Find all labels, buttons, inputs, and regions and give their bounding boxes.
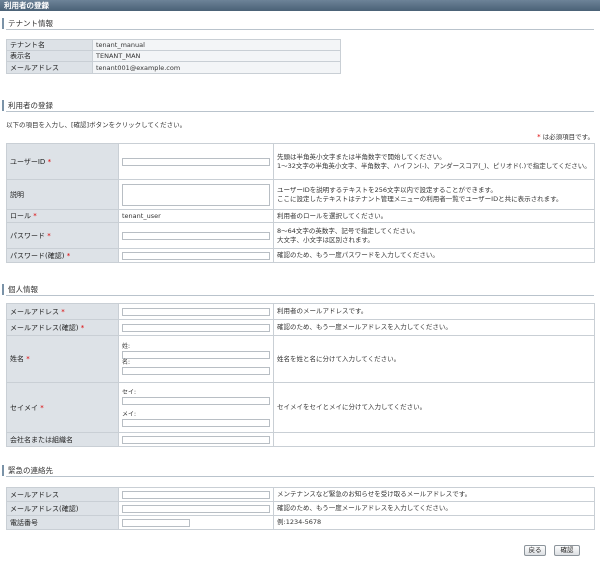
password-hint: 8～64文字の英数字、記号で指定してください。 大文字、小文字は区別されます。 (273, 222, 595, 249)
description-hint: ユーザーIDを説明するテキストを256文字以内で設定することができます。 ここに設… (273, 179, 595, 210)
tenant-name-value: tenant_manual (92, 39, 341, 51)
description-label: 説明 (6, 179, 119, 210)
last-kana-input[interactable] (122, 396, 270, 405)
confirm-button[interactable]: 確認 (554, 545, 580, 556)
display-name-value: TENANT_MAN (92, 50, 341, 62)
password-row: パスワード * 8～64文字の英数字、記号で指定してください。 大文字、小文字は区… (6, 222, 595, 249)
user-form-table: ユーザーID * 先頭は半角英小文字または半角数字で開始してください。 1～32文… (6, 143, 595, 263)
first-name-input[interactable] (122, 367, 270, 375)
required-mark: * (66, 251, 71, 260)
role-label: ロール * (6, 209, 119, 223)
user-id-hint: 先頭は半角英小文字または半角数字で開始してください。 1～32文字の半角英小文字、… (273, 143, 595, 180)
last-name-input[interactable] (122, 351, 270, 359)
description-textarea[interactable] (122, 183, 270, 206)
password-confirm-hint: 確認のため、もう一度パスワードを入力してください。 (273, 248, 595, 263)
required-mark: * (26, 355, 30, 363)
required-mark: * (80, 323, 85, 332)
user-id-input[interactable] (122, 157, 270, 166)
personal-email-input[interactable] (122, 307, 270, 316)
company-label: 会社名または組織名 (6, 432, 119, 447)
tenant-email-value: tenant001@example.com (92, 61, 341, 74)
user-id-row: ユーザーID * 先頭は半角英小文字または半角数字で開始してください。 1～32文… (6, 143, 595, 180)
company-row: 会社名または組織名 (6, 432, 595, 447)
required-mark: * (61, 307, 65, 316)
tenant-email-label: メールアドレス (6, 61, 93, 74)
personal-form-table: メールアドレス * 利用者のメールアドレスです。 メールアドレス(確認) * 確… (6, 303, 595, 447)
required-note-text: は必須項目です。 (542, 133, 594, 141)
personal-email-hint: 利用者のメールアドレスです。 (273, 303, 595, 320)
tenant-name-label: テナント名 (6, 39, 93, 51)
page-titlebar: 利用者の登録 (0, 0, 600, 11)
required-note: * は必須項目です。 (537, 131, 594, 141)
phone-input[interactable] (122, 518, 190, 527)
personal-email-confirm-input[interactable] (122, 323, 270, 332)
role-row: ロール * tenant_user 利用者のロールを選択してください。 (6, 209, 595, 223)
password-confirm-label: パスワード(確認) * (6, 248, 119, 263)
required-mark: * (537, 133, 541, 141)
role-hint: 利用者のロールを選択してください。 (273, 209, 595, 223)
name-row: 姓名 * 姓: 名: 姓名を姓と名に分けて入力してください。 (6, 335, 595, 383)
required-mark: * (40, 403, 44, 412)
required-mark: * (47, 231, 51, 240)
emergency-email-confirm-row: メールアドレス(確認) 確認のため、もう一度メールアドレスを入力してください。 (6, 501, 595, 516)
emergency-email-label: メールアドレス (6, 487, 119, 502)
emergency-email-confirm-label: メールアドレス(確認) (6, 501, 119, 516)
user-section-title: 利用者の登録 (2, 100, 594, 112)
personal-email-row: メールアドレス * 利用者のメールアドレスです。 (6, 303, 595, 320)
emergency-email-hint: メンテナンスなど緊急のお知らせを受け取るメールアドレスです。 (273, 487, 595, 502)
personal-email-confirm-label: メールアドレス(確認) * (6, 319, 119, 336)
password-confirm-input[interactable] (122, 251, 270, 260)
personal-email-label: メールアドレス * (6, 303, 119, 320)
tenant-info-table: テナント名 tenant_manual 表示名 TENANT_MAN メールアド… (6, 39, 341, 74)
emergency-email-confirm-input[interactable] (122, 504, 270, 513)
password-confirm-row: パスワード(確認) * 確認のため、もう一度パスワードを入力してください。 (6, 248, 595, 263)
page-title: 利用者の登録 (4, 1, 49, 10)
first-name-label: 名: (122, 359, 131, 366)
first-kana-input[interactable] (122, 418, 270, 427)
name-label: 姓名 * (6, 335, 119, 383)
kana-label: セイメイ * (6, 382, 119, 433)
phone-row: 電話番号 例:1234-5678 (6, 515, 595, 530)
last-kana-label: セイ: (122, 388, 137, 396)
kana-hint: セイメイをセイとメイに分けて入力してください。 (273, 382, 595, 433)
back-button[interactable]: 戻る (524, 545, 546, 556)
phone-label: 電話番号 (6, 515, 119, 530)
tenant-section-title: テナント情報 (2, 18, 594, 30)
description-row: 説明 ユーザーIDを説明するテキストを256文字以内で設定することができます。こ… (6, 179, 595, 210)
name-hint: 姓名を姓と名に分けて入力してください。 (273, 335, 595, 383)
required-mark: * (47, 157, 52, 166)
first-kana-label: メイ: (122, 410, 137, 418)
emergency-email-confirm-hint: 確認のため、もう一度メールアドレスを入力してください。 (273, 501, 595, 516)
personal-section-title: 個人情報 (2, 284, 594, 296)
emergency-section-title: 緊急の連絡先 (2, 465, 594, 477)
user-id-label: ユーザーID * (6, 143, 119, 180)
password-input[interactable] (122, 231, 270, 240)
emergency-email-input[interactable] (122, 490, 270, 499)
display-name-label: 表示名 (6, 50, 93, 62)
phone-hint: 例:1234-5678 (273, 515, 595, 530)
personal-email-confirm-hint: 確認のため、もう一度メールアドレスを入力してください。 (273, 319, 595, 336)
instruction-text: 以下の項目を入力し、[確認]ボタンをクリックしてください。 (6, 121, 187, 129)
required-mark: * (33, 212, 37, 220)
last-name-label: 姓: (122, 343, 131, 350)
personal-email-confirm-row: メールアドレス(確認) * 確認のため、もう一度メールアドレスを入力してください… (6, 319, 595, 336)
emergency-form-table: メールアドレス メンテナンスなど緊急のお知らせを受け取るメールアドレスです。 メ… (6, 487, 595, 530)
emergency-email-row: メールアドレス メンテナンスなど緊急のお知らせを受け取るメールアドレスです。 (6, 487, 595, 502)
password-label: パスワード * (6, 222, 119, 249)
kana-row: セイメイ * セイ: メイ: セイメイをセイとメイに分けて入力してください。 (6, 382, 595, 433)
company-input[interactable] (122, 435, 270, 444)
role-value: tenant_user (118, 209, 274, 223)
